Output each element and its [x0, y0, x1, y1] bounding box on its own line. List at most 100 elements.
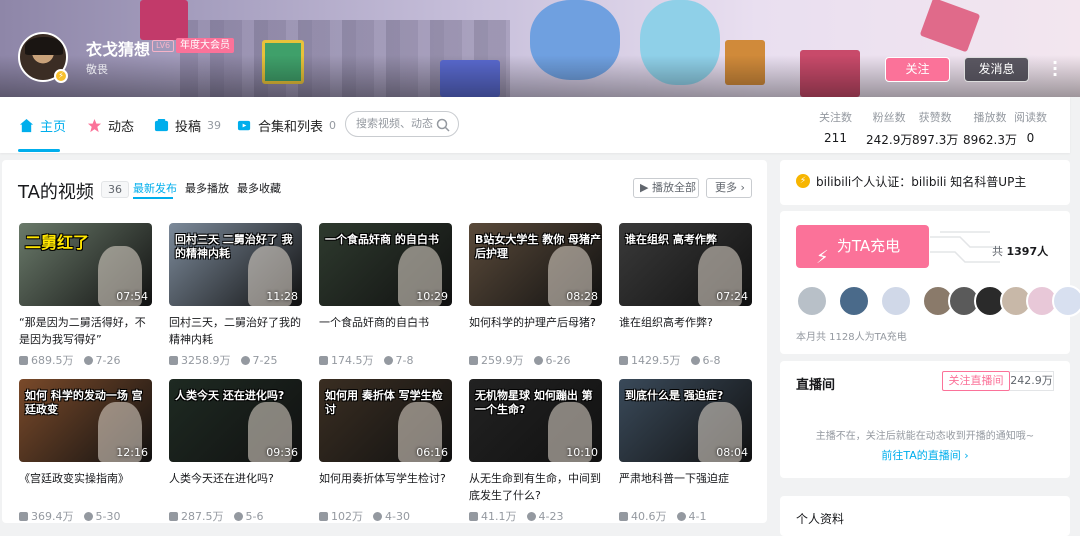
- video-thumbnail[interactable]: 人类今天 还在进化吗? 09:36: [169, 379, 302, 462]
- tab-uploads[interactable]: 投稿 39: [153, 97, 221, 153]
- video-date: 6-8: [690, 353, 721, 367]
- charge-fans-list: [796, 285, 1080, 317]
- video-duration: 10:29: [416, 290, 448, 303]
- more-videos-button[interactable]: 更多 ›: [706, 178, 752, 198]
- tab-latest[interactable]: 最新发布: [133, 180, 177, 196]
- video-thumbnail[interactable]: 谁在组织 高考作弊 07:24: [619, 223, 752, 306]
- video-thumbnail[interactable]: B站女大学生 教你 母猪产后护理 08:28: [469, 223, 602, 306]
- video-upload-icon: [153, 117, 169, 133]
- clock-icon: [526, 511, 536, 521]
- video-date: 4-30: [373, 510, 410, 523]
- video-title[interactable]: 从无生命到有生命，中间到底发生了什么?: [469, 470, 602, 504]
- tab-most-favorited[interactable]: 最多收藏: [237, 180, 281, 196]
- stat-reads: 阅读数 0: [1014, 109, 1047, 145]
- tab-dynamic[interactable]: 动态: [86, 97, 134, 153]
- live-room-card: 直播间 关注直播间 242.9万 主播不在，关注后就能在动态收到开播的通知哦~ …: [780, 361, 1070, 478]
- video-title[interactable]: 谁在组织高考作弊?: [619, 314, 752, 348]
- fan-avatar[interactable]: [838, 285, 870, 317]
- video-title[interactable]: 如何科学的护理产后母猪?: [469, 314, 602, 348]
- stat-fans-label: 粉丝数: [872, 111, 906, 124]
- video-thumbnail[interactable]: 一个食品奸商 的自白书 10:29: [319, 223, 452, 306]
- fan-avatar[interactable]: [1052, 285, 1080, 317]
- tab-home[interactable]: 主页: [18, 97, 66, 153]
- video-card[interactable]: 一个食品奸商 的自白书 10:29 一个食品奸商的自白书 174.5万 7-8: [319, 223, 452, 368]
- stat-reads-label: 阅读数: [1014, 111, 1047, 124]
- video-title[interactable]: 如何用奏折体写学生检讨?: [319, 470, 452, 504]
- verified-icon: ⚡: [54, 69, 68, 83]
- video-views: 287.5万: [169, 508, 224, 524]
- play-all-button[interactable]: ▶ 播放全部: [633, 178, 699, 198]
- video-card[interactable]: B站女大学生 教你 母猪产后护理 08:28 如何科学的护理产后母猪? 259.9万 6…: [469, 223, 602, 368]
- play-count-icon: [19, 511, 28, 521]
- video-date: 4-23: [526, 509, 564, 523]
- more-options-icon[interactable]: · · ·: [1052, 55, 1058, 83]
- space-search-input[interactable]: 搜索视频、动态: [345, 111, 459, 137]
- video-card[interactable]: 如何用 奏折体 写学生检讨 06:16 如何用奏折体写学生检讨? 102万 4-30: [319, 379, 452, 524]
- video-meta: 689.5万 7-26: [19, 352, 152, 368]
- video-duration: 09:36: [266, 446, 298, 459]
- clock-icon: [240, 355, 250, 365]
- video-date-value: 5-30: [95, 509, 121, 523]
- charge-button-label: 为TA充电: [836, 237, 901, 255]
- level-badge: LV6: [152, 40, 175, 52]
- chevron-right-icon: ›: [737, 181, 745, 194]
- video-duration: 07:54: [116, 290, 148, 303]
- video-thumbnail[interactable]: 到底什么是 强迫症? 08:04: [619, 379, 752, 462]
- follow-live-button[interactable]: 关注直播间: [942, 371, 1010, 391]
- fan-avatar[interactable]: [880, 285, 912, 317]
- stat-likes-label: 获赞数: [918, 111, 952, 124]
- video-meta: 174.5万 7-8: [319, 352, 452, 368]
- video-meta: 369.4万 5-30: [19, 508, 152, 524]
- video-card[interactable]: 无机物星球 如何蹦出 第一个生命? 10:10 从无生命到有生命，中间到底发生了什么…: [469, 379, 602, 524]
- clock-icon: [383, 355, 393, 365]
- video-thumbnail[interactable]: 如何 科学的发动一场 宫廷政变 12:16: [19, 379, 152, 462]
- play-count-icon: [319, 511, 328, 521]
- video-date: 5-30: [83, 509, 121, 523]
- avatar-hat: [25, 37, 63, 55]
- video-title[interactable]: 严肃地科普一下强迫症: [619, 470, 752, 504]
- video-thumbnail[interactable]: 回村三天 二舅治好了 我的精神内耗 11:28: [169, 223, 302, 306]
- fan-avatar[interactable]: [796, 285, 828, 317]
- user-signature: 敬畏: [86, 63, 108, 76]
- tab-dynamic-label: 动态: [108, 119, 135, 135]
- video-title[interactable]: 《宫廷政变实操指南》: [19, 470, 152, 504]
- video-date-value: 7-25: [252, 353, 278, 367]
- stat-following[interactable]: 关注数 211: [819, 109, 852, 145]
- video-date: 6-26: [533, 354, 570, 367]
- video-thumbnail[interactable]: 无机物星球 如何蹦出 第一个生命? 10:10: [469, 379, 602, 462]
- stat-fans-value: 242.9万: [866, 133, 913, 147]
- video-date-value: 4-23: [538, 509, 564, 523]
- video-title[interactable]: “那是因为二舅活得好，不是因为我写得好”: [19, 314, 152, 348]
- clock-icon: [83, 355, 93, 365]
- video-title[interactable]: 回村三天，二舅治好了我的精神内耗: [169, 314, 302, 348]
- video-date-value: 6-8: [702, 353, 721, 367]
- video-title[interactable]: 一个食品奸商的自白书: [319, 314, 452, 348]
- video-title[interactable]: 人类今天还在进化吗?: [169, 470, 302, 504]
- video-thumbnail[interactable]: 二舅红了 07:54: [19, 223, 152, 306]
- thumbnail-text: B站女大学生 教你 母猪产后护理: [475, 233, 602, 260]
- charge-button[interactable]: ⚡ 为TA充电: [796, 225, 929, 268]
- video-duration: 11:28: [266, 290, 298, 303]
- tab-most-played[interactable]: 最多播放: [185, 180, 229, 196]
- video-card[interactable]: 谁在组织 高考作弊 07:24 谁在组织高考作弊? 1429.5万 6-8: [619, 223, 752, 368]
- thumbnail-text: 回村三天 二舅治好了 我的精神内耗: [175, 233, 293, 260]
- vip-badge[interactable]: 年度大会员: [176, 38, 234, 53]
- video-card[interactable]: 回村三天 二舅治好了 我的精神内耗 11:28 回村三天，二舅治好了我的精神内耗 32…: [169, 223, 302, 368]
- stat-fans[interactable]: 粉丝数 242.9万: [866, 109, 912, 148]
- video-card[interactable]: 如何 科学的发动一场 宫廷政变 12:16 《宫廷政变实操指南》 369.4万 5-30: [19, 379, 152, 524]
- video-views: 369.4万: [19, 508, 74, 524]
- tab-collections[interactable]: 合集和列表 0: [236, 97, 336, 153]
- message-button[interactable]: 发消息: [964, 57, 1029, 82]
- go-live-room-link[interactable]: 前往TA的直播间 ›: [780, 447, 1070, 463]
- video-card[interactable]: 到底什么是 强迫症? 08:04 严肃地科普一下强迫症 40.6万 4-1: [619, 379, 752, 524]
- thumbnail-text: 谁在组织 高考作弊: [625, 233, 717, 246]
- follow-button[interactable]: 关注: [885, 57, 950, 82]
- video-card[interactable]: 人类今天 还在进化吗? 09:36 人类今天还在进化吗? 287.5万 5-6: [169, 379, 302, 524]
- video-date: 7-25: [240, 353, 278, 367]
- video-thumbnail[interactable]: 如何用 奏折体 写学生检讨 06:16: [319, 379, 452, 462]
- video-card[interactable]: 二舅红了 07:54 “那是因为二舅活得好，不是因为我写得好” 689.5万 7-26: [19, 223, 152, 368]
- video-meta: 41.1万 4-23: [469, 508, 602, 524]
- search-icon[interactable]: [436, 117, 450, 141]
- username[interactable]: 衣戈猜想: [86, 36, 150, 60]
- play-count-icon: [19, 355, 28, 365]
